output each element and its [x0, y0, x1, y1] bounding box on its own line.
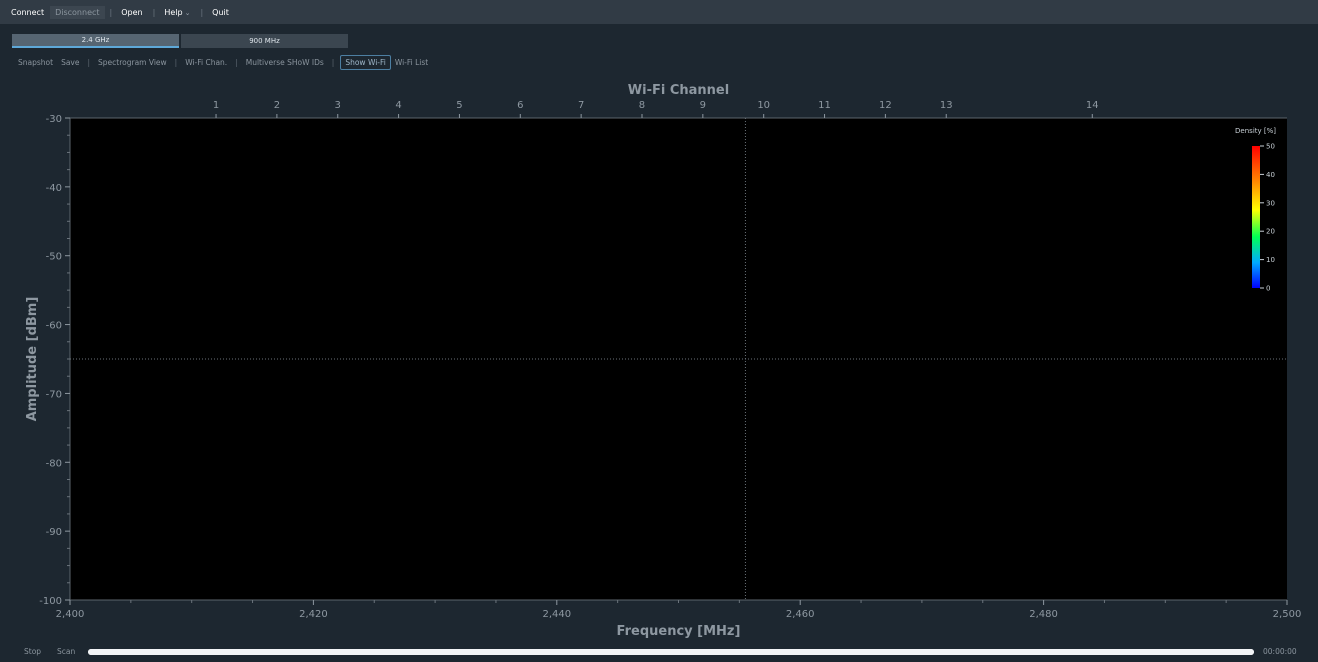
wifi-channel-label: 5 [456, 100, 462, 111]
scan-progress-fill [88, 649, 1254, 655]
wifi-channel-label: 10 [757, 100, 770, 111]
colorbar-title: Density [%] [1235, 127, 1276, 135]
x-tick-label: 2,440 [542, 609, 571, 620]
wifi-channel-label: 9 [700, 100, 706, 111]
wifi-channel-label: 11 [818, 100, 831, 111]
status-bar: Stop Scan 00:00:00 [0, 642, 1318, 662]
wifi-channel-label: 6 [517, 100, 523, 111]
spectrum-chart[interactable]: -30 -40 -50 -60 -70 -80 -90 -100 2,400 2,420 2,440… [0, 0, 1318, 662]
wifi-channel-label: 4 [395, 100, 401, 111]
scan-progress-bar [88, 649, 1254, 655]
colorbar-tick-label: 50 [1266, 143, 1275, 151]
wifi-channel-label: 7 [578, 100, 584, 111]
elapsed-time: 00:00:00 [1263, 647, 1297, 656]
colorbar-tick-label: 40 [1266, 171, 1275, 179]
x-axis-title: Frequency [MHz] [617, 624, 741, 639]
x-tick-label: 2,400 [56, 609, 85, 620]
stop-button[interactable]: Stop [24, 647, 41, 656]
colorbar-gradient [1252, 146, 1260, 288]
x-tick-label: 2,460 [786, 609, 815, 620]
y-tick-label: -80 [46, 458, 62, 469]
y-tick-label: -90 [46, 527, 62, 538]
y-tick-label: -40 [46, 183, 62, 194]
x-tick-label: 2,480 [1029, 609, 1058, 620]
y-tick-label: -60 [46, 321, 62, 332]
wifi-channel-label: 13 [940, 100, 953, 111]
wifi-channel-label: 2 [274, 100, 280, 111]
colorbar-tick-label: 10 [1266, 256, 1275, 264]
wifi-channel-label: 3 [335, 100, 341, 111]
y-tick-label: -50 [46, 252, 62, 263]
x-tick-label: 2,420 [299, 609, 328, 620]
colorbar-tick-label: 0 [1266, 285, 1270, 293]
top-axis-title: Wi-Fi Channel [628, 83, 729, 98]
y-axis-title: Amplitude [dBm] [25, 297, 40, 422]
wifi-channel-label: 14 [1086, 100, 1099, 111]
colorbar-tick-label: 30 [1266, 199, 1275, 207]
plot-area[interactable] [70, 118, 1287, 600]
colorbar-tick-label: 20 [1266, 228, 1275, 236]
x-tick-label: 2,500 [1273, 609, 1302, 620]
wifi-channel-label: 1 [213, 100, 219, 111]
wifi-channel-label: 8 [639, 100, 645, 111]
y-tick-label: -70 [46, 389, 62, 400]
scan-button[interactable]: Scan [57, 647, 75, 656]
y-tick-label: -30 [46, 114, 62, 125]
y-tick-label: -100 [39, 596, 62, 607]
wifi-channel-label: 12 [879, 100, 892, 111]
